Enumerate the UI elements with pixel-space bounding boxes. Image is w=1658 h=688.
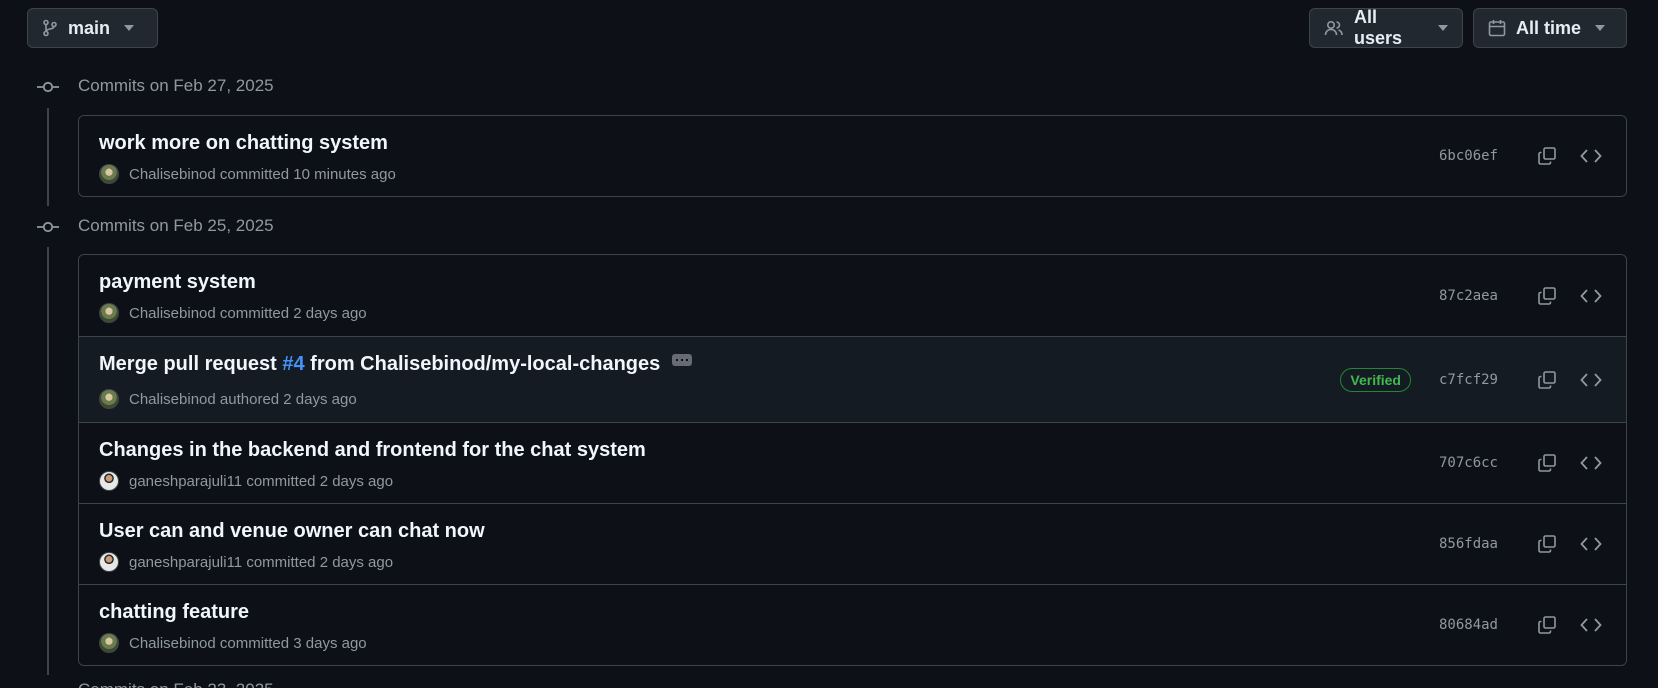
code-icon[interactable] [1576,281,1606,311]
commit-action: committed [219,165,290,183]
commit-sha-link[interactable]: 856fdaa [1439,536,1498,552]
verified-badge[interactable]: Verified [1340,367,1411,392]
commit-author-link[interactable]: Chalisebinod [129,635,216,652]
commit-row: chatting feature Chalisebinod committed … [79,584,1626,665]
commit-actions: 80684ad [1439,610,1606,640]
commit-author-link[interactable]: Chalisebinod [129,391,216,408]
commit-title-link[interactable]: work more on chatting system [99,132,388,155]
commit-sha-link[interactable]: 80684ad [1439,617,1498,633]
chevron-down-icon [1595,25,1606,31]
branch-selector-button[interactable]: main [27,8,158,48]
commit-title-link[interactable]: chatting feature [99,601,249,624]
copy-icon[interactable] [1532,281,1562,311]
avatar[interactable] [99,633,119,653]
commit-action: authored [219,390,280,408]
code-icon[interactable] [1576,610,1606,640]
code-icon[interactable] [1576,141,1606,171]
ellipsis-icon[interactable] [672,353,693,366]
code-icon[interactable] [1576,365,1606,395]
commit-title-link[interactable]: Changes in the backend and frontend for … [99,439,646,462]
avatar[interactable] [99,389,119,409]
pull-request-link[interactable]: #4 [282,353,304,375]
commit-list: payment system Chalisebinod committed 2 … [78,254,1627,666]
commit-time: 2 days ago [319,553,394,571]
commit-title: Merge pull request #4 from Chalisebinod/… [99,353,693,376]
user-filter-button[interactable]: All users [1309,7,1463,48]
copy-icon[interactable] [1532,448,1562,478]
commit-meta: Chalisebinod committed 3 days ago [99,633,367,653]
people-icon [1324,19,1344,37]
commit-meta: ganeshparajuli11 committed 2 days ago [99,552,393,572]
commit-group-heading: Commits on Feb 25, 2025 [78,216,274,235]
commit-author-link[interactable]: ganeshparajuli11 [129,473,242,490]
time-filter-label: All time [1516,17,1582,38]
copy-icon[interactable] [1532,529,1562,559]
commit-actions: 6bc06ef [1439,141,1606,171]
timeline-line [47,108,49,206]
commit-sha-link[interactable]: c7fcf29 [1439,372,1498,388]
commit-sha-link[interactable]: 6bc06ef [1439,148,1498,164]
commit-row: payment system Chalisebinod committed 2 … [79,255,1626,336]
copy-icon[interactable] [1532,610,1562,640]
calendar-icon [1488,19,1506,37]
user-filter-label: All users [1354,7,1403,48]
commit-action: committed [219,634,290,652]
copy-icon[interactable] [1532,141,1562,171]
code-icon[interactable] [1576,448,1606,478]
code-icon[interactable] [1576,529,1606,559]
commit-title-link[interactable]: from Chalisebinod/my-local-changes [305,353,660,375]
commit-time: 2 days ago [283,390,357,408]
commit-actions: Verified c7fcf29 [1340,365,1606,395]
commit-actions: 856fdaa [1439,529,1606,559]
commit-list: work more on chatting system Chalisebino… [78,115,1627,197]
branch-selector-label: main [68,17,111,38]
avatar[interactable] [99,552,119,572]
commit-meta: Chalisebinod committed 2 days ago [99,303,367,323]
commit-group-heading: Commits on Feb 27, 2025 [78,76,274,95]
time-filter-button[interactable]: All time [1473,8,1627,48]
commit-sha-link[interactable]: 707c6cc [1439,455,1498,471]
commits-page: main All users All time Commits on Feb 2… [0,0,1658,688]
avatar[interactable] [99,164,119,184]
git-commit-icon [36,221,60,233]
commit-author-link[interactable]: Chalisebinod [129,166,216,183]
commit-row: User can and venue owner can chat now ga… [79,503,1626,584]
commit-time: 10 minutes ago [293,165,396,183]
commit-row: work more on chatting system Chalisebino… [79,116,1626,196]
commit-title-link[interactable]: Merge pull request [99,353,282,375]
commit-title-link[interactable]: User can and venue owner can chat now [99,520,485,543]
avatar[interactable] [99,471,119,491]
chevron-down-icon [1438,25,1448,31]
commit-sha-link[interactable]: 87c2aea [1439,288,1498,304]
commit-meta: Chalisebinod authored 2 days ago [99,389,357,409]
commit-time: 2 days ago [293,304,367,322]
commit-meta: Chalisebinod committed 10 minutes ago [99,164,396,184]
commit-time: 3 days ago [293,634,367,652]
commit-author-link[interactable]: ganeshparajuli11 [129,554,242,571]
commit-title-link[interactable]: payment system [99,271,256,294]
commit-author-link[interactable]: Chalisebinod [129,305,216,322]
git-branch-icon [42,19,58,37]
avatar[interactable] [99,303,119,323]
commit-group-heading: Commits on Feb 23, 2025 [78,680,274,688]
commit-actions: 87c2aea [1439,281,1606,311]
commit-actions: 707c6cc [1439,448,1606,478]
timeline-line [47,247,49,675]
git-commit-icon [36,81,60,93]
commit-row: Merge pull request #4 from Chalisebinod/… [79,336,1626,422]
commit-action: committed [246,472,316,490]
commit-row: Changes in the backend and frontend for … [79,422,1626,503]
copy-icon[interactable] [1532,365,1562,395]
chevron-down-icon [124,25,135,31]
commit-meta: ganeshparajuli11 committed 2 days ago [99,471,393,491]
commit-time: 2 days ago [319,472,394,490]
commit-action: committed [246,553,316,571]
commit-action: committed [219,304,290,322]
